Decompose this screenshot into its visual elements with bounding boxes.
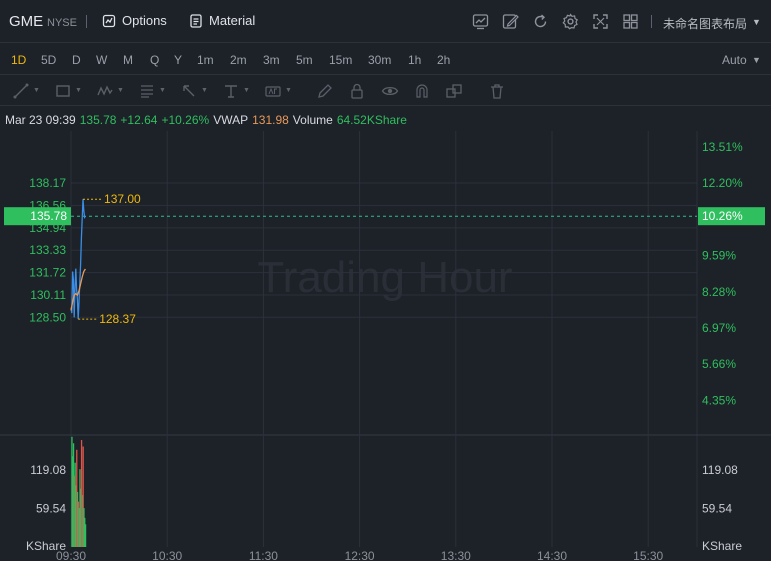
interval-q[interactable]: Q	[150, 53, 159, 67]
trend-line-icon[interactable]	[12, 82, 30, 100]
x-tick-label: 15:30	[633, 549, 663, 561]
y-tick-label-left: 130.11	[30, 288, 66, 302]
options-label: Options	[122, 13, 167, 28]
low-label: 128.37	[99, 312, 136, 326]
current-pct-label: 10.26%	[702, 209, 743, 223]
chevron-down-icon: ▼	[201, 87, 208, 94]
y-tick-label-right: 4.35%	[702, 393, 736, 407]
volume-bar	[84, 524, 87, 547]
text-tool-icon[interactable]	[222, 82, 240, 100]
volume-unit-left: KShare	[26, 539, 66, 553]
y-tick-label-left: 131.72	[29, 266, 66, 280]
interval-w[interactable]: W	[96, 53, 107, 67]
fullscreen-icon[interactable]	[592, 13, 609, 30]
y-tick-label-right: 12.20%	[702, 176, 743, 190]
drawing-toolbar: ▼ ▼ ▼ ▼ ▼ ▼ ▼	[0, 76, 771, 106]
x-tick-label: 13:30	[441, 549, 471, 561]
volume-tick-label-left: 119.08	[30, 463, 66, 477]
rectangle-icon[interactable]	[54, 82, 72, 100]
x-tick-label: 11:30	[249, 549, 278, 561]
fib-icon[interactable]	[138, 82, 156, 100]
pencil-icon[interactable]	[316, 82, 334, 100]
chevron-down-icon: ▼	[117, 87, 124, 94]
interval-5m[interactable]: 5m	[296, 53, 313, 67]
chevron-down-icon: ▼	[159, 87, 166, 94]
trash-icon[interactable]	[488, 82, 506, 100]
x-tick-label: 12:30	[345, 549, 375, 561]
interval-15m[interactable]: 15m	[329, 53, 352, 67]
arrow-icon[interactable]	[180, 82, 198, 100]
refresh-icon[interactable]	[532, 13, 549, 30]
chevron-down-icon: ▼	[285, 87, 292, 94]
scale-mode-dropdown[interactable]: Auto	[722, 53, 747, 67]
exchange-name: NYSE	[47, 17, 77, 29]
interval-5d[interactable]: 5D	[41, 53, 56, 67]
material-icon	[190, 13, 202, 28]
chevron-down-icon[interactable]: ▼	[752, 55, 761, 65]
y-tick-label-left: 128.50	[29, 310, 66, 324]
y-tick-label-right: 5.66%	[702, 357, 736, 371]
layers-icon[interactable]	[445, 82, 463, 100]
chevron-down-icon: ▼	[33, 87, 40, 94]
y-tick-label-right: 13.51%	[702, 140, 743, 154]
toolbar-divider	[651, 15, 652, 28]
options-button[interactable]: Options	[102, 13, 167, 28]
chevron-down-icon[interactable]: ▼	[752, 17, 761, 27]
x-tick-label: 10:30	[152, 549, 182, 561]
lock-icon[interactable]	[348, 82, 366, 100]
y-tick-label-right: 9.59%	[702, 249, 736, 263]
toolbar-divider	[86, 15, 87, 28]
y-tick-label-left: 133.33	[29, 243, 66, 257]
layout-grid-icon[interactable]	[622, 13, 639, 30]
symbol-name[interactable]: GME	[9, 13, 43, 30]
layout-name-dropdown[interactable]: 未命名图表布局	[663, 15, 747, 32]
volume-tick-label-left: 59.54	[36, 501, 66, 515]
interval-d[interactable]: D	[72, 53, 81, 67]
draw-tools-icon[interactable]	[502, 13, 519, 30]
indicator-icon[interactable]	[472, 13, 489, 30]
interval-3m[interactable]: 3m	[263, 53, 280, 67]
y-tick-label-left: 138.17	[29, 176, 66, 190]
interval-m[interactable]: M	[123, 53, 133, 67]
chevron-down-icon: ▼	[243, 87, 250, 94]
interval-2m[interactable]: 2m	[230, 53, 247, 67]
interval-30m[interactable]: 30m	[368, 53, 391, 67]
interval-2h[interactable]: 2h	[437, 53, 450, 67]
current-price-label: 135.78	[30, 209, 67, 223]
settings-gear-icon[interactable]	[562, 13, 579, 30]
material-label: Material	[209, 13, 256, 28]
pattern-icon[interactable]	[96, 82, 114, 100]
eye-icon[interactable]	[381, 82, 399, 100]
interval-bar: 1D 5D D W M Q Y 1m 2m 3m 5m 15m 30m 1h 2…	[0, 44, 771, 75]
y-tick-label-right: 6.97%	[702, 321, 736, 335]
x-tick-label: 14:30	[537, 549, 567, 561]
interval-1m[interactable]: 1m	[197, 53, 214, 67]
material-button[interactable]: Material	[189, 13, 255, 28]
volume-tick-label-right: 59.54	[702, 501, 732, 515]
interval-1h[interactable]: 1h	[408, 53, 421, 67]
magnet-icon[interactable]	[413, 82, 431, 100]
options-icon	[102, 14, 116, 27]
volume-tick-label-right: 119.08	[702, 463, 738, 477]
intraday-chart[interactable]: Trading Hour09:30 10:30 11:30 12:30 13:30 14:…	[0, 106, 771, 561]
interval-y[interactable]: Y	[174, 53, 182, 67]
interval-1d[interactable]: 1D	[11, 53, 26, 67]
chevron-down-icon: ▼	[75, 87, 82, 94]
label-tool-icon[interactable]	[264, 82, 282, 100]
top-toolbar: GME NYSE Options Material 未命名图表布局 ▼	[0, 0, 771, 43]
high-label: 137.00	[104, 192, 141, 206]
volume-unit-right: KShare	[702, 539, 742, 553]
y-tick-label-right: 8.28%	[702, 285, 736, 299]
